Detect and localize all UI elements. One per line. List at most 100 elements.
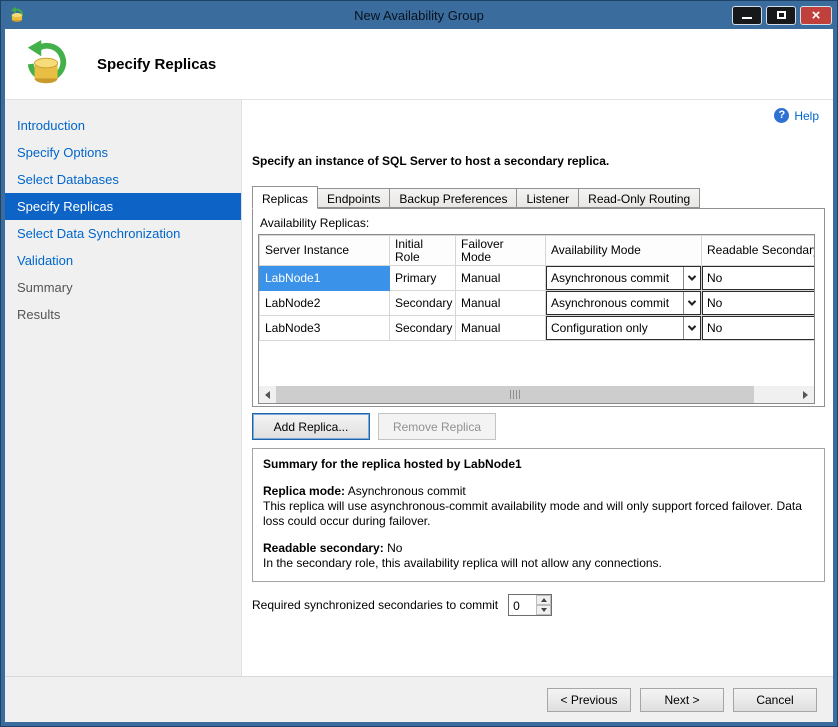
close-button[interactable]: × (800, 6, 832, 25)
table-row: LabNode3 Secondary Manual Configuration … (260, 316, 816, 341)
page-title: Specify Replicas (97, 56, 216, 73)
cell-server-instance[interactable]: LabNode1 (260, 266, 390, 291)
tab-endpoints[interactable]: Endpoints (317, 188, 390, 208)
sidebar-item-specify-options[interactable]: Specify Options (5, 139, 241, 166)
sidebar-item-select-data-synchronization[interactable]: Select Data Synchronization (5, 220, 241, 247)
readable-secondary-value: No (387, 541, 402, 555)
chevron-down-icon (683, 267, 700, 289)
titlebar[interactable]: New Availability Group × (1, 1, 837, 29)
cell-failover-mode[interactable]: Manual (456, 316, 546, 341)
dialog-body: Specify Replicas Introduction Specify Op… (5, 29, 833, 722)
cell-availability-mode: Asynchronous commit (546, 266, 702, 291)
availability-mode-dropdown[interactable]: Asynchronous commit (546, 291, 701, 315)
summary-title: Summary for the replica hosted by LabNod… (263, 457, 814, 472)
help-link[interactable]: ? Help (774, 108, 819, 123)
cell-availability-mode: Configuration only (546, 316, 702, 341)
replicas-tab-page: Availability Replicas: Server Instance I… (252, 208, 825, 407)
cell-failover-mode[interactable]: Manual (456, 291, 546, 316)
readable-secondary-description: In the secondary role, this availability… (263, 556, 814, 571)
replica-mode-description: This replica will use asynchronous-commi… (263, 499, 814, 529)
cell-server-instance[interactable]: LabNode3 (260, 316, 390, 341)
scroll-right-button[interactable] (797, 386, 814, 403)
database-replica-icon (23, 39, 73, 89)
replica-mode-label: Replica mode: (263, 484, 345, 498)
tab-strip: Replicas Endpoints Backup Preferences Li… (252, 184, 825, 208)
minimize-button[interactable] (732, 6, 762, 25)
window-controls: × (732, 6, 832, 25)
sidebar-item-select-databases[interactable]: Select Databases (5, 166, 241, 193)
minimize-icon (742, 17, 752, 19)
availability-mode-dropdown[interactable]: Configuration only (546, 316, 701, 340)
secondaries-input[interactable]: 0 (509, 595, 536, 615)
secondaries-spinner: 0 (508, 594, 552, 616)
cell-readable-secondary: No (702, 316, 816, 341)
sidebar-item-specify-replicas[interactable]: Specify Replicas (5, 193, 241, 220)
window-title: New Availability Group (1, 8, 837, 23)
arrow-down-icon (541, 608, 547, 612)
availability-mode-dropdown[interactable]: Asynchronous commit (546, 266, 701, 290)
cell-readable-secondary: No (702, 266, 816, 291)
readable-secondary-dropdown[interactable]: No (702, 291, 815, 315)
spin-up-button[interactable] (536, 595, 551, 605)
column-header-failover-mode: Failover Mode (456, 236, 546, 266)
add-replica-button[interactable]: Add Replica... (252, 413, 370, 440)
arrow-up-icon (541, 598, 547, 602)
column-header-server-instance: Server Instance (260, 236, 390, 266)
next-button[interactable]: Next > (640, 688, 724, 712)
chevron-down-icon (683, 317, 700, 339)
wizard-footer: < Previous Next > Cancel (5, 676, 833, 722)
scrollbar-track[interactable] (754, 386, 797, 403)
cell-initial-role[interactable]: Secondary (390, 316, 456, 341)
readable-secondary-dropdown[interactable]: No (702, 266, 815, 290)
sidebar-item-results: Results (5, 301, 241, 328)
readable-secondary-dropdown[interactable]: No (702, 316, 815, 340)
availability-replicas-label: Availability Replicas: (260, 216, 819, 230)
cell-availability-mode: Asynchronous commit (546, 291, 702, 316)
remove-replica-button[interactable]: Remove Replica (378, 413, 496, 440)
column-header-readable-secondary: Readable Secondary (702, 236, 816, 266)
arrow-left-icon (265, 391, 270, 399)
spinner-buttons (536, 595, 551, 615)
tab-replicas[interactable]: Replicas (252, 186, 318, 209)
replica-summary-box: Summary for the replica hosted by LabNod… (252, 448, 825, 582)
table-row: LabNode2 Secondary Manual Asynchronous c… (260, 291, 816, 316)
sidebar-item-validation[interactable]: Validation (5, 247, 241, 274)
tab-backup-preferences[interactable]: Backup Preferences (389, 188, 517, 208)
secondaries-to-commit-label: Required synchronized secondaries to com… (252, 598, 498, 612)
availability-group-app-icon (9, 7, 25, 23)
scrollbar-thumb[interactable] (276, 386, 754, 403)
close-icon: × (812, 8, 821, 23)
grip-icon (510, 390, 521, 399)
instruction-text: Specify an instance of SQL Server to hos… (252, 154, 825, 168)
tab-listener[interactable]: Listener (516, 188, 579, 208)
sidebar-item-summary: Summary (5, 274, 241, 301)
cell-initial-role[interactable]: Secondary (390, 291, 456, 316)
previous-button[interactable]: < Previous (547, 688, 631, 712)
table-header-row: Server Instance Initial Role Failover Mo… (260, 236, 816, 266)
availability-replicas-grid: Server Instance Initial Role Failover Mo… (258, 234, 815, 404)
spin-down-button[interactable] (536, 605, 551, 615)
secondaries-to-commit-row: Required synchronized secondaries to com… (252, 594, 825, 616)
wizard-steps-sidebar: Introduction Specify Options Select Data… (5, 100, 241, 676)
readable-secondary-label: Readable secondary: (263, 541, 384, 555)
replica-mode-block: Replica mode: Asynchronous commit This r… (263, 484, 814, 529)
scroll-left-button[interactable] (259, 386, 276, 403)
dialog-window: New Availability Group × Specify Replica… (0, 0, 838, 727)
cancel-button[interactable]: Cancel (733, 688, 817, 712)
sidebar-item-introduction[interactable]: Introduction (5, 112, 241, 139)
readable-secondary-block: Readable secondary: No In the secondary … (263, 541, 814, 571)
maximize-button[interactable] (766, 6, 796, 25)
horizontal-scrollbar[interactable] (259, 386, 814, 403)
main-panel: ? Help Specify an instance of SQL Server… (241, 100, 833, 676)
cell-initial-role[interactable]: Primary (390, 266, 456, 291)
cell-server-instance[interactable]: LabNode2 (260, 291, 390, 316)
replicas-table: Server Instance Initial Role Failover Mo… (259, 235, 815, 341)
chevron-down-icon (683, 292, 700, 314)
help-icon: ? (774, 108, 789, 123)
tab-read-only-routing[interactable]: Read-Only Routing (578, 188, 700, 208)
cell-failover-mode[interactable]: Manual (456, 266, 546, 291)
cell-readable-secondary: No (702, 291, 816, 316)
column-header-availability-mode: Availability Mode (546, 236, 702, 266)
replica-mode-value: Asynchronous commit (348, 484, 466, 498)
replica-actions: Add Replica... Remove Replica (252, 413, 825, 440)
